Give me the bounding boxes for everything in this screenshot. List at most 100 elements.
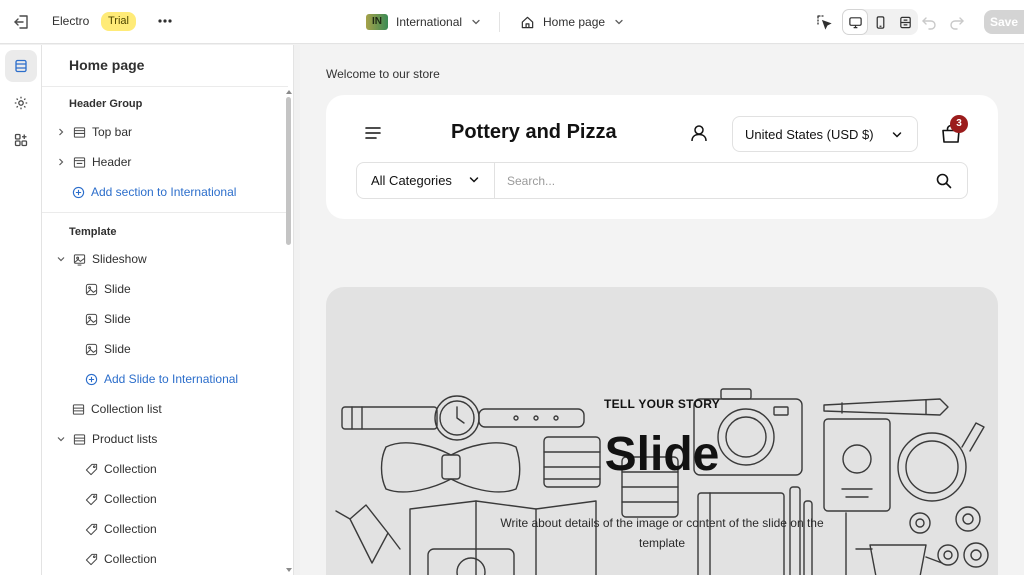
search-bar: All Categories [356,162,968,199]
store-logo-text[interactable]: Pottery and Pizza [451,121,617,144]
block-item-slide[interactable]: Slide [84,278,131,300]
sections-sidebar: Home page Header Group Top bar Header Ad… [42,45,294,575]
user-icon [691,125,707,142]
market-flag: IN [366,14,388,30]
currency-selector[interactable]: United States (USD $) [732,116,918,152]
add-slide-button[interactable]: Add Slide to International [84,368,238,390]
block-item-label: Collection [104,492,157,506]
block-item-label: Collection [104,462,157,476]
announcement-text: Welcome to our store [326,67,440,81]
block-item-collection[interactable]: Collection [84,548,157,570]
slideshow-banner[interactable]: TELL YOUR STORY Slide Write about detail… [326,287,998,575]
exit-icon [14,15,28,29]
sections-icon [15,59,27,73]
fullscreen-icon [899,16,911,28]
chevron-down-icon [472,19,480,25]
slide-text: Write about details of the image or cont… [500,516,824,550]
search-button[interactable] [935,172,953,190]
section-item-label: Header [92,155,132,169]
section-item-header[interactable]: Header [55,151,131,173]
chevron-down-icon[interactable] [55,433,67,445]
add-slide-label: Add Slide to International [104,372,239,386]
chevron-down-icon[interactable] [55,253,67,265]
slide-icon [84,282,98,296]
block-item-label: Slide [104,282,131,296]
block-item-label: Collection [104,552,157,566]
exit-button[interactable] [12,12,32,32]
chevron-down-icon [615,19,623,25]
tag-icon [84,492,98,506]
section-item-collection-list[interactable]: Collection list [71,398,162,420]
redo-icon [950,17,964,30]
scroll-up-arrow[interactable] [285,89,293,95]
menu-icon [365,127,381,139]
cart-count-badge: 3 [950,115,968,133]
block-item-label: Slide [104,312,131,326]
home-icon [521,16,534,28]
slide-icon [84,342,98,356]
scroll-down-arrow[interactable] [285,567,293,573]
inspector-button[interactable] [812,10,836,34]
desktop-icon [848,16,862,28]
page-label: Home page [543,15,606,29]
store-header: Pottery and Pizza United States (USD $) … [326,95,998,219]
block-item-slide[interactable]: Slide [84,308,131,330]
apps-rail-button[interactable] [5,124,37,156]
store-name: Electro [52,14,90,28]
block-item-slide[interactable]: Slide [84,338,131,360]
view-tools [812,9,918,35]
category-select[interactable]: All Categories [357,163,495,198]
menu-button[interactable] [364,125,384,141]
sidebar-scrollbar[interactable] [286,97,291,245]
save-button[interactable]: Save [984,10,1024,34]
mobile-icon [876,15,884,29]
slideshow-icon [72,252,86,266]
section-item-label: Product lists [92,432,158,446]
device-toggle-group [842,9,918,35]
sections-rail-button[interactable] [5,50,37,82]
top-bar-divider [499,12,500,32]
section-icon [72,155,86,169]
section-icon [72,432,86,446]
tag-icon [84,462,98,476]
market-selector[interactable]: IN International [366,12,482,32]
inspector-icon [817,15,832,30]
block-item-label: Slide [104,342,131,356]
add-section-button[interactable]: Add section to International [71,181,236,203]
tag-icon [84,522,98,536]
tag-icon [84,552,98,566]
block-item-label: Collection [104,522,157,536]
search-icon [936,173,952,189]
block-item-collection[interactable]: Collection [84,458,157,480]
more-icon [158,19,172,23]
block-item-collection[interactable]: Collection [84,518,157,540]
market-label: International [396,15,463,29]
editor-rail [0,45,42,575]
desktop-view-button[interactable] [843,10,867,34]
chevron-right-icon[interactable] [55,156,67,168]
account-button[interactable] [689,123,709,143]
block-item-collection[interactable]: Collection [84,488,157,510]
section-item-top-bar[interactable]: Top bar [55,121,132,143]
apps-icon [14,133,28,147]
section-item-label: Top bar [92,125,133,139]
header-group-heading: Header Group [69,98,143,110]
page-selector[interactable]: Home page [520,12,625,32]
theme-settings-rail-button[interactable] [5,87,37,119]
redo-button[interactable] [946,11,968,33]
search-input[interactable] [507,171,907,191]
undo-icon [922,17,936,30]
mobile-view-button[interactable] [868,10,892,34]
fullscreen-view-button[interactable] [893,10,917,34]
chevron-right-icon[interactable] [55,126,67,138]
section-item-label: Collection list [91,402,162,416]
storefront-preview: Welcome to our store Pottery and Pizza U… [300,45,1024,575]
category-select-label: All Categories [371,173,452,188]
undo-button[interactable] [918,11,940,33]
add-circle-icon [84,372,98,386]
section-item-slideshow[interactable]: Slideshow [55,248,147,270]
more-actions-button[interactable] [153,11,177,31]
section-item-product-lists[interactable]: Product lists [55,428,157,450]
section-item-label: Slideshow [92,252,147,266]
divider [42,86,288,87]
